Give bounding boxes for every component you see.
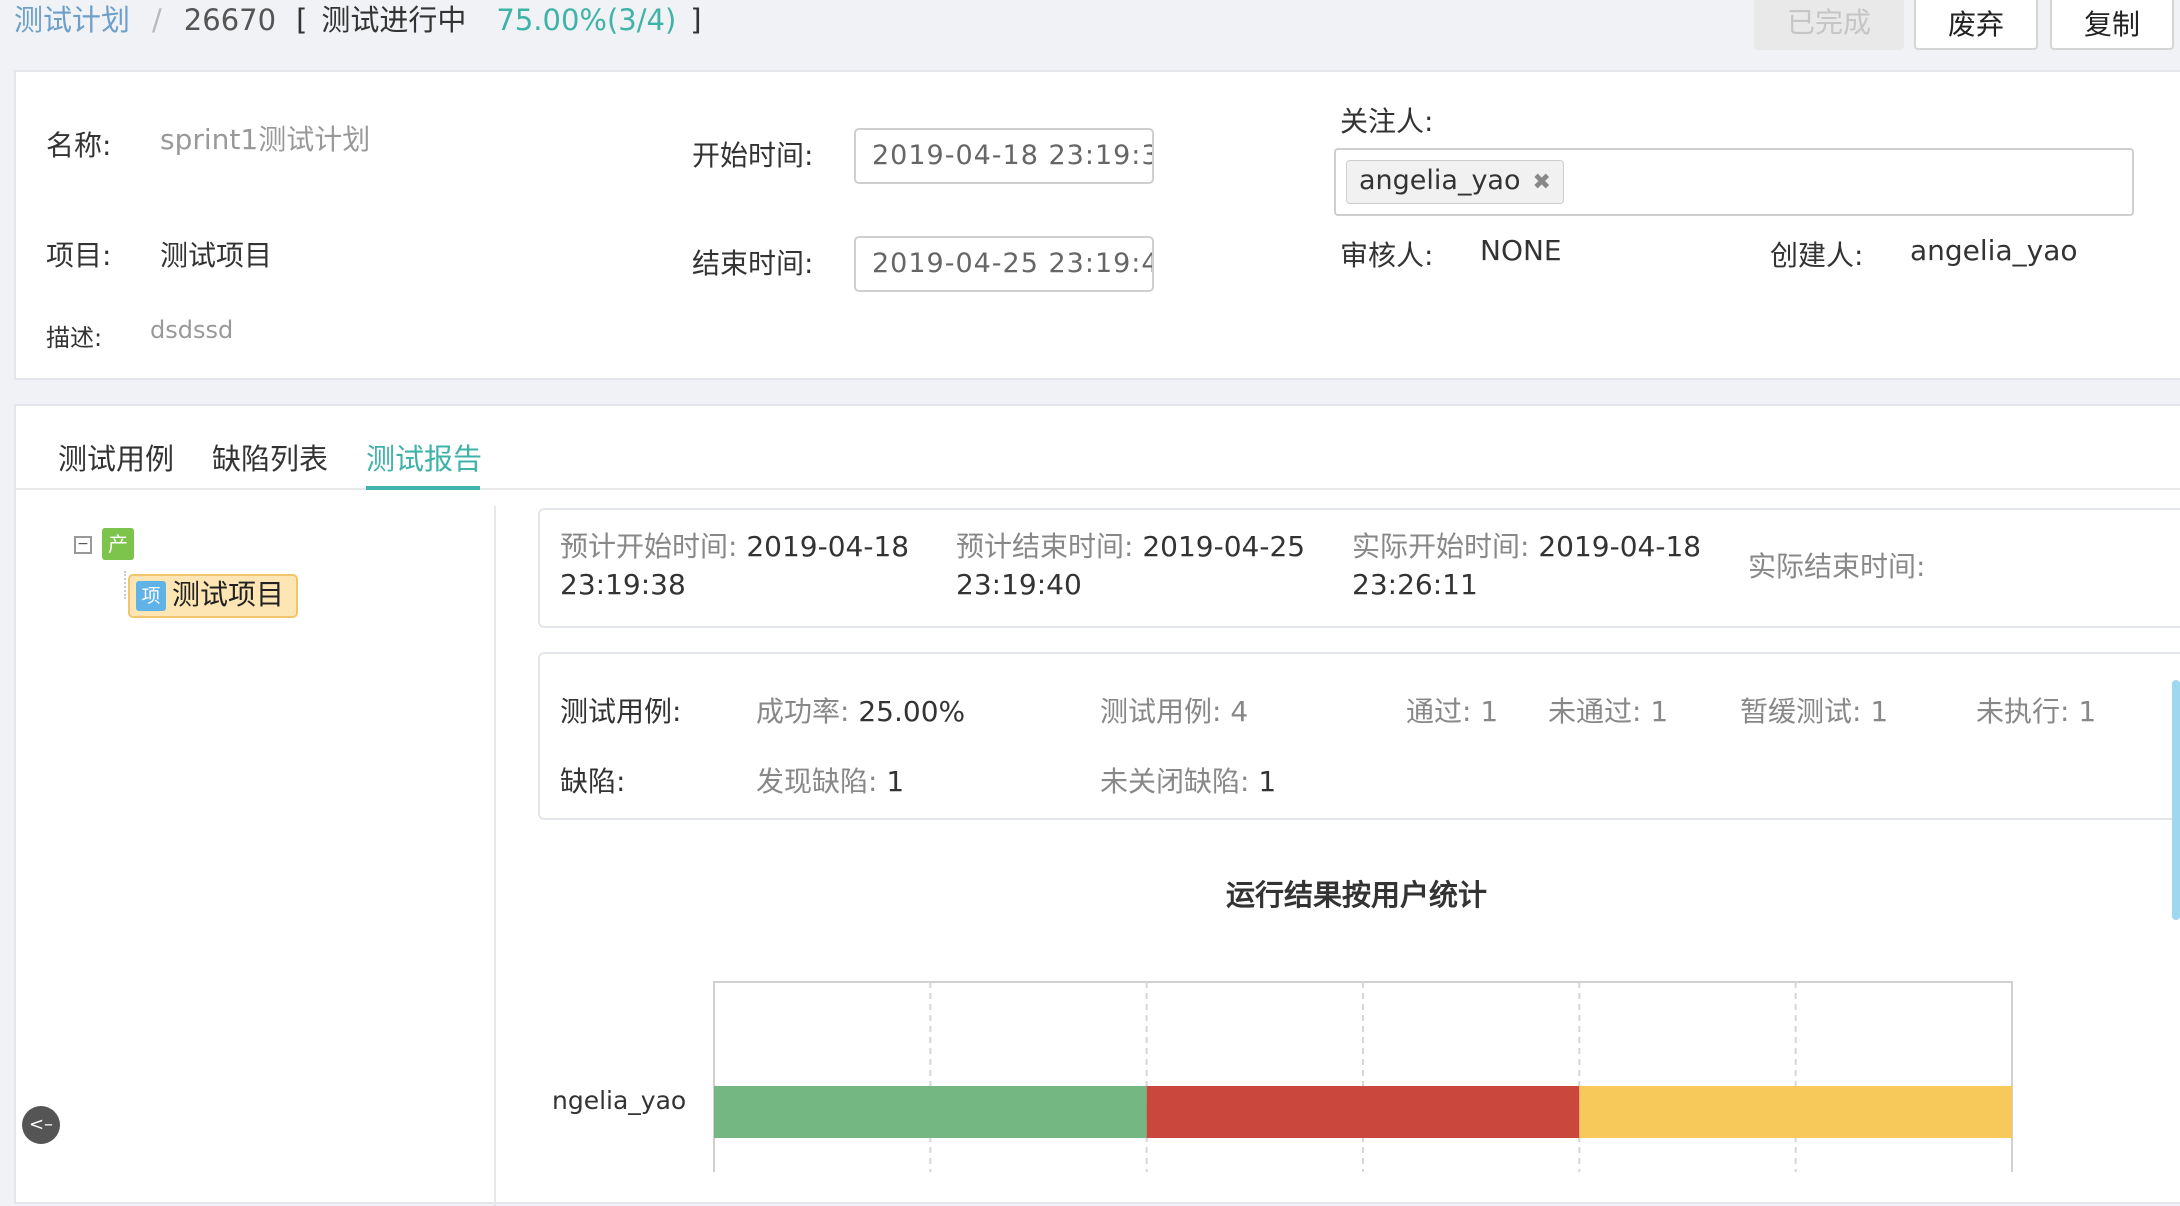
tree-node-project[interactable]: 项测试项目 (128, 574, 299, 618)
breadcrumb-separator: / (152, 3, 162, 37)
reviewer-label: 审核人: (1340, 239, 1434, 272)
bar-segment-3 (1579, 1086, 2012, 1138)
success-rate: 成功率: 25.00% (756, 695, 966, 728)
reviewer-value: NONE (1480, 234, 1562, 267)
followers-label: 关注人: (1340, 105, 1434, 138)
breadcrumb: 测试计划 / 26670 [ 测试进行中 75.00%(3/4)] (14, 0, 702, 40)
case-count: 测试用例: 4 (1100, 695, 1249, 728)
found-defects: 发现缺陷: 1 (756, 765, 905, 798)
breadcrumb-plan-link[interactable]: 测试计划 (14, 3, 130, 37)
y-tick-label: ngelia_yao (552, 1086, 687, 1115)
passed-count: 通过: 1 (1406, 695, 1499, 728)
start-time-input[interactable]: 2019-04-18 23:19:38 (854, 128, 1154, 184)
not-run-count: 未执行: 1 (1976, 695, 2097, 728)
bar-segment-1 (714, 1086, 1147, 1138)
remove-tag-icon[interactable]: ✖ (1533, 170, 1551, 195)
failed-count: 未通过: 1 (1548, 695, 1669, 728)
product-node-icon[interactable]: 产 (102, 528, 134, 560)
paused-count: 暂缓测试: 1 (1740, 695, 1889, 728)
sidebar-divider (494, 506, 496, 1206)
cases-heading: 测试用例: (560, 695, 682, 728)
stats-summary: 测试用例: 成功率: 25.00% 测试用例: 4 通过: 1 未通过: 1 暂… (538, 652, 2180, 820)
bracket-open: [ (296, 3, 308, 37)
end-time-label: 结束时间: (692, 247, 814, 280)
planned-start: 预计开始时间: 2019-04-18 23:19:38 (560, 530, 910, 601)
discard-button[interactable]: 废弃 (1914, 0, 2038, 50)
planned-end: 预计结束时间: 2019-04-25 23:19:40 (956, 530, 1306, 601)
tab-defect-list[interactable]: 缺陷列表 (212, 436, 328, 478)
chart-title: 运行结果按用户统计 (1226, 878, 1488, 912)
plan-progress: 75.00%(3/4) (496, 3, 677, 37)
bar-segment-2 (1146, 1086, 1580, 1138)
project-label: 项目: (46, 239, 112, 272)
active-tab-indicator (366, 486, 480, 490)
user-result-chart (713, 981, 2013, 1172)
open-defects: 未关闭缺陷: 1 (1100, 765, 1277, 798)
creator-label: 创建人: (1770, 239, 1864, 272)
plan-info-panel: 名称: sprint1测试计划 项目: 测试项目 描述: dsdssd 开始时间… (14, 70, 2180, 380)
defects-heading: 缺陷: (560, 765, 626, 798)
project-value: 测试项目 (160, 239, 273, 272)
copy-button[interactable]: 复制 (2050, 0, 2174, 50)
back-button[interactable]: <– (22, 1106, 60, 1144)
end-time-input[interactable]: 2019-04-25 23:19:40 (854, 236, 1154, 292)
follower-tag: angelia_yao ✖ (1346, 160, 1564, 204)
creator-value: angelia_yao (1910, 234, 2078, 267)
follower-tag-label: angelia_yao (1359, 165, 1521, 196)
followers-input[interactable]: angelia_yao ✖ (1334, 148, 2134, 216)
tree-node-label: 测试项目 (172, 578, 285, 611)
project-node-icon: 项 (136, 581, 166, 611)
start-time-label: 开始时间: (692, 139, 814, 172)
schedule-summary: 预计开始时间: 2019-04-18 23:19:38 预计结束时间: 2019-… (538, 508, 2180, 628)
name-value: sprint1测试计划 (160, 123, 371, 156)
plan-detail-panel: 测试用例 缺陷列表 测试报告 − 产 项测试项目 预计开始时间: 2019-04… (14, 404, 2180, 1206)
tab-test-cases[interactable]: 测试用例 (58, 436, 174, 478)
tab-divider (16, 488, 2180, 490)
desc-value: dsdssd (150, 316, 234, 344)
tab-test-report[interactable]: 测试报告 (366, 436, 482, 478)
done-button[interactable]: 已完成 (1754, 0, 1904, 50)
actual-end: 实际结束时间: (1748, 550, 1926, 583)
name-label: 名称: (46, 129, 112, 162)
bracket-close: ] (690, 3, 702, 37)
actual-start: 实际开始时间: 2019-04-18 23:26:11 (1352, 530, 1702, 601)
scroll-indicator[interactable] (2172, 680, 2180, 920)
plan-id: 26670 (183, 3, 277, 37)
collapse-icon[interactable]: − (74, 536, 92, 554)
plot-frame (713, 981, 2013, 1172)
plan-status: 测试进行中 (321, 3, 467, 37)
desc-label: 描述: (46, 324, 103, 352)
